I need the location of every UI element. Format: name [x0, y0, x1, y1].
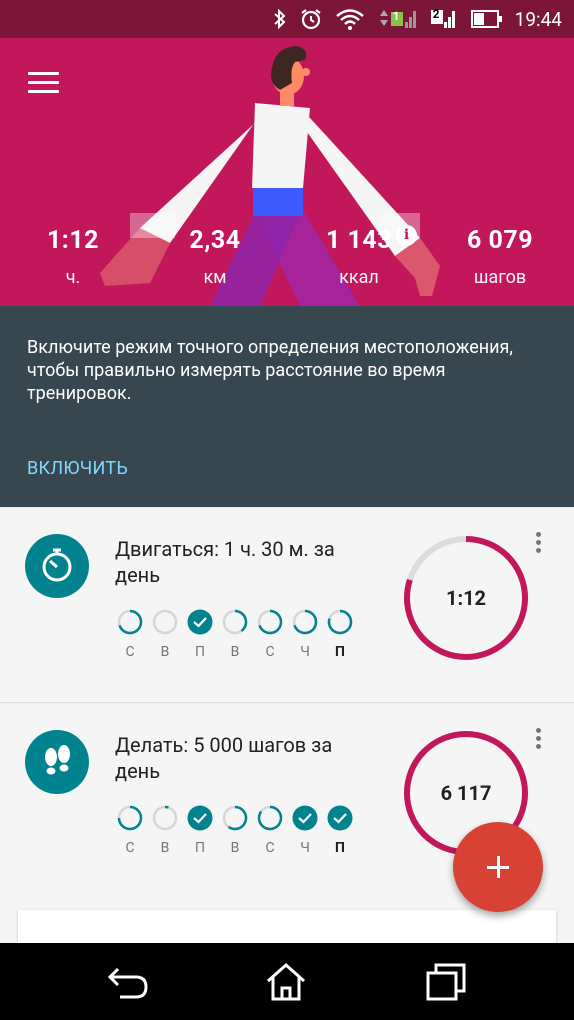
day-label: С — [125, 840, 135, 856]
daily-stats: 1:12 ч. 2,34 км 1 143 ккал 6 079 шагов — [0, 226, 574, 288]
day-label: В — [230, 644, 240, 660]
stat-value: 6 079 — [466, 226, 534, 255]
status-icons: 1 2 19:44 — [273, 6, 562, 32]
stat-unit: шагов — [473, 267, 527, 288]
day-ring — [222, 805, 248, 831]
more-options-icon[interactable] — [528, 530, 548, 558]
day-ring — [117, 609, 143, 635]
day-label: П — [195, 840, 205, 856]
day-progress: В — [221, 804, 249, 856]
day-progress: П — [186, 804, 214, 856]
signal-sim2-icon: 2 — [429, 6, 459, 32]
day-label: П — [335, 644, 345, 660]
signal-icon: 1 — [377, 6, 417, 32]
day-ring — [222, 609, 248, 635]
day-ring — [117, 805, 143, 831]
stat-value: 2,34 — [189, 226, 241, 255]
sim2-badge: 2 — [432, 7, 440, 21]
day-label: С — [265, 644, 275, 660]
stat-unit: ккал — [339, 267, 379, 288]
day-label: С — [125, 644, 135, 660]
stat-value: 1:12 — [46, 226, 100, 255]
bluetooth-icon — [273, 8, 287, 30]
goal-progress-value: 1:12 — [445, 586, 487, 610]
day-ring — [292, 609, 318, 635]
status-bar: 1 2 19:44 — [0, 0, 574, 38]
stat-steps: 6 079 шагов — [440, 226, 560, 288]
alarm-icon — [299, 7, 323, 31]
day-progress: В — [151, 608, 179, 660]
day-ring — [152, 609, 178, 635]
back-icon[interactable] — [106, 961, 150, 1003]
stat-distance: 2,34 км — [155, 226, 275, 288]
goal-title: Делать: 5 000 шагов за день — [115, 733, 333, 783]
home-icon[interactable] — [264, 961, 308, 1003]
day-progress: С — [256, 608, 284, 660]
goal-progress-value: 6 117 — [440, 781, 492, 805]
day-progress: С — [256, 804, 284, 856]
menu-icon[interactable] — [28, 72, 60, 94]
day-progress: Ч — [291, 608, 319, 660]
footsteps-icon — [25, 730, 89, 794]
sim1-badge: 1 — [392, 9, 400, 23]
day-progress: В — [151, 804, 179, 856]
check-icon — [327, 805, 353, 831]
day-progress: П — [326, 608, 354, 660]
day-progress: С — [116, 804, 144, 856]
day-progress: Ч — [291, 804, 319, 856]
battery-icon — [470, 9, 503, 29]
day-label: П — [335, 840, 345, 856]
goal-card-move[interactable]: Двигаться: 1 ч. 30 м. за день С В П В С Ч П 1:… — [0, 508, 574, 703]
day-label: В — [160, 840, 170, 856]
info-icon[interactable]: i — [396, 225, 417, 246]
day-label: П — [195, 644, 205, 660]
day-progress: В — [221, 608, 249, 660]
location-banner: Включите режим точного определения место… — [0, 306, 574, 507]
check-icon — [292, 805, 318, 831]
day-progress: П — [326, 804, 354, 856]
check-icon — [187, 805, 213, 831]
day-ring — [257, 805, 283, 831]
day-label: Ч — [300, 644, 310, 660]
check-icon — [187, 609, 213, 635]
recent-apps-icon[interactable] — [424, 961, 468, 1003]
more-options-icon[interactable] — [528, 726, 548, 754]
stat-active-time: 1:12 ч. — [13, 226, 133, 288]
header: 1:12 ч. 2,34 км 1 143 ккал 6 079 шагов i — [0, 38, 574, 306]
timer-icon — [25, 534, 89, 598]
day-ring — [152, 805, 178, 831]
goal-title: Двигаться: 1 ч. 30 м. за день — [115, 537, 335, 587]
enable-button[interactable]: ВКЛЮЧИТЬ — [27, 458, 128, 479]
navigation-bar — [0, 943, 574, 1020]
stat-unit: км — [203, 267, 227, 288]
day-progress: С — [116, 608, 144, 660]
clock: 19:44 — [514, 7, 562, 31]
add-button[interactable] — [453, 822, 543, 912]
banner-message: Включите режим точного определения место… — [27, 337, 513, 404]
day-ring — [257, 609, 283, 635]
wifi-icon — [335, 7, 365, 31]
day-ring — [327, 609, 353, 635]
stat-unit: ч. — [65, 267, 81, 288]
day-progress: П — [186, 608, 214, 660]
day-label: Ч — [300, 840, 310, 856]
day-label: В — [230, 840, 240, 856]
day-label: С — [265, 840, 275, 856]
day-label: В — [160, 644, 170, 660]
